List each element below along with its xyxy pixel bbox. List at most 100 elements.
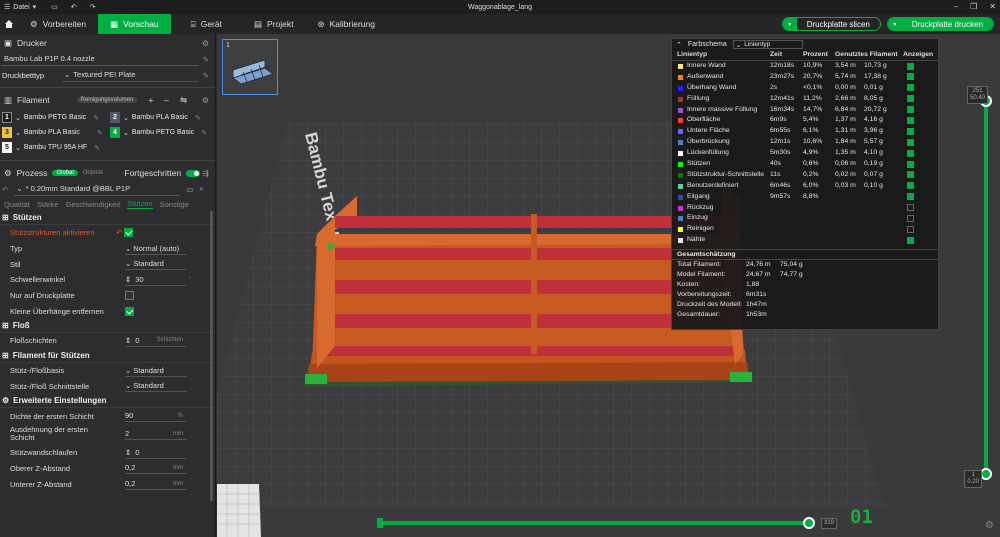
filament-slot[interactable]: 1 ⌄ Bambu PETG Basic ✎ — [2, 111, 110, 124]
show-line-checkbox[interactable] — [907, 225, 914, 233]
settings-corner-icon[interactable]: ⚙ — [985, 520, 994, 531]
slice-plate-button[interactable]: ▾ Druckplatte slicen — [781, 17, 881, 31]
print-plate-button[interactable]: ▾ Druckplatte drucken — [886, 17, 994, 31]
raft-layers-input[interactable]: ⇕ 0 Schichten — [125, 335, 187, 347]
advanced-toggle[interactable] — [186, 169, 201, 177]
tab-calibration[interactable]: ⊛ Kalibrierung — [305, 14, 387, 34]
show-line-checkbox[interactable] — [907, 84, 914, 92]
preview-viewport[interactable]: Bambu Textured PEI Plate — [217, 34, 1000, 537]
remove-small-checkbox[interactable] — [125, 306, 134, 316]
file-menu[interactable]: ☰ Datei ▾ ▭ ↶ ↷ — [4, 3, 96, 12]
move-slider-start[interactable] — [377, 518, 383, 528]
stepper-icon[interactable]: ⇕ — [125, 336, 131, 345]
first-density-input[interactable]: 90% — [125, 410, 187, 423]
edit-icon[interactable]: ✎ — [93, 114, 99, 122]
subtab-others[interactable]: Sonstige — [160, 200, 189, 209]
save-icon[interactable]: ▭ — [51, 3, 58, 11]
show-line-checkbox[interactable] — [907, 204, 914, 212]
printer-settings-icon[interactable]: ⚙ — [202, 39, 209, 48]
show-line-checkbox[interactable] — [907, 73, 914, 81]
subtab-quality[interactable]: Qualität — [4, 200, 30, 209]
filament-slot[interactable]: 4 ⌄ Bambu PETG Basic ✎ — [110, 126, 215, 139]
tab-prepare[interactable]: ⚙ Vorbereiten — [18, 14, 98, 34]
tab-preview[interactable]: ▦ Vorschau — [98, 14, 171, 34]
show-line-checkbox[interactable] — [907, 182, 914, 190]
remove-icon[interactable]: – — [164, 95, 169, 105]
move-slider-handle[interactable] — [803, 517, 815, 529]
process-preset-select[interactable]: ⌄ * 0.20mm Standard @BBL P1P — [14, 183, 181, 196]
show-line-checkbox[interactable] — [907, 193, 914, 201]
show-line-checkbox[interactable] — [907, 138, 914, 146]
show-line-checkbox[interactable] — [907, 236, 914, 244]
edit-icon[interactable]: ✎ — [97, 129, 103, 137]
compare-icon[interactable]: ⇶ — [202, 169, 209, 178]
top-z-input[interactable]: 0,2 mm — [125, 462, 187, 475]
reset-icon[interactable]: ↶ — [2, 185, 8, 194]
flush-volume-button[interactable]: Reinigungsvolumen — [76, 97, 138, 103]
threshold-input[interactable]: ⇕ 30 — [125, 274, 187, 286]
stepper-icon[interactable]: ⇕ — [125, 275, 131, 284]
printer-select[interactable]: Bambu Lab P1P 0.4 nozzle — [2, 53, 198, 66]
show-line-checkbox[interactable] — [907, 116, 914, 124]
edit-icon[interactable]: ✎ — [195, 114, 201, 122]
close-icon[interactable]: ✕ — [989, 2, 996, 11]
summary-label: Druckzeit des Modell: — [677, 301, 742, 309]
print-dropdown-icon[interactable]: ▾ — [887, 18, 902, 30]
style-select[interactable]: ⌄ Standard — [125, 258, 187, 271]
sidebar-scrollbar[interactable] — [210, 211, 213, 501]
interface-select[interactable]: ⌄ Standard — [125, 380, 187, 393]
subtab-speed[interactable]: Geschwindigkeit — [66, 200, 121, 209]
redo-icon[interactable]: ↷ — [90, 3, 96, 11]
show-line-checkbox[interactable] — [907, 149, 914, 157]
collapse-icon[interactable]: ⌃ — [676, 41, 682, 49]
show-line-checkbox[interactable] — [907, 214, 914, 222]
slice-dropdown-icon[interactable]: ▾ — [782, 18, 797, 30]
edit-icon[interactable]: ✎ — [201, 129, 207, 137]
show-line-checkbox[interactable] — [907, 160, 914, 168]
undo-icon[interactable]: ↶ — [71, 3, 77, 11]
process-global-toggle[interactable]: Global — [52, 170, 78, 176]
first-expansion-value: 2 — [125, 429, 130, 439]
filament-settings-icon[interactable]: ⚙ — [202, 96, 209, 105]
search-icon[interactable]: ⌕ — [199, 184, 203, 194]
bed-type-select[interactable]: ⌄ Textured PEI Plate — [62, 69, 198, 82]
process-objects-toggle[interactable]: Objekte — [83, 170, 104, 176]
first-expansion-input[interactable]: 2 mm — [125, 428, 187, 441]
base-select[interactable]: ⌄ Standard — [125, 365, 187, 377]
plate-thumbnail[interactable]: 1 — [222, 39, 278, 95]
add-icon[interactable]: + — [148, 95, 153, 105]
minimize-icon[interactable]: – — [954, 2, 958, 11]
tab-project[interactable]: ▤ Projekt — [242, 14, 306, 34]
legend-swatch — [678, 107, 683, 113]
legend-swatch — [678, 194, 683, 200]
type-select[interactable]: ⌄ Normal (auto) — [125, 243, 187, 255]
show-line-checkbox[interactable] — [907, 127, 914, 135]
save-preset-icon[interactable]: ▭ — [186, 185, 193, 194]
restore-icon[interactable]: ❐ — [970, 2, 977, 11]
move-slider[interactable]: 319 — [377, 517, 838, 529]
wall-loops-input[interactable]: ⇕ 0 — [125, 447, 187, 459]
home-button[interactable] — [0, 14, 18, 34]
col-filament: Genutztes Filament — [835, 51, 898, 58]
layer-slider[interactable] — [980, 90, 992, 480]
show-line-checkbox[interactable] — [907, 171, 914, 179]
show-line-checkbox[interactable] — [907, 62, 914, 70]
show-line-checkbox[interactable] — [907, 106, 914, 114]
show-line-checkbox[interactable] — [907, 95, 914, 103]
stepper-icon[interactable]: ⇕ — [125, 448, 131, 457]
edit-icon[interactable]: ✎ — [94, 144, 100, 152]
filament-slot[interactable]: 3 ⌄ Bambu PLA Basic ✎ — [2, 126, 110, 139]
legend-type-select[interactable]: ⌄ Linientyp — [732, 40, 803, 49]
edit-icon[interactable]: ✎ — [203, 55, 209, 64]
subtab-strength[interactable]: Stärke — [37, 200, 59, 209]
reset-icon[interactable]: ↶ — [116, 228, 122, 237]
subtab-support[interactable]: Stützen — [127, 199, 153, 209]
buildplate-only-checkbox[interactable] — [125, 291, 134, 301]
filament-slot[interactable]: 5 ⌄ Bambu TPU 95A HF ✎ — [2, 141, 110, 154]
sync-icon[interactable]: ⇋ — [180, 95, 187, 106]
edit-icon[interactable]: ✎ — [203, 71, 209, 80]
tab-device[interactable]: ⌸ Gerät — [179, 14, 234, 34]
enable-support-checkbox[interactable] — [124, 228, 134, 238]
bottom-z-input[interactable]: 0,2 mm — [125, 478, 187, 491]
filament-slot[interactable]: 2 ⌄ Bambu PLA Basic ✎ — [110, 111, 215, 124]
